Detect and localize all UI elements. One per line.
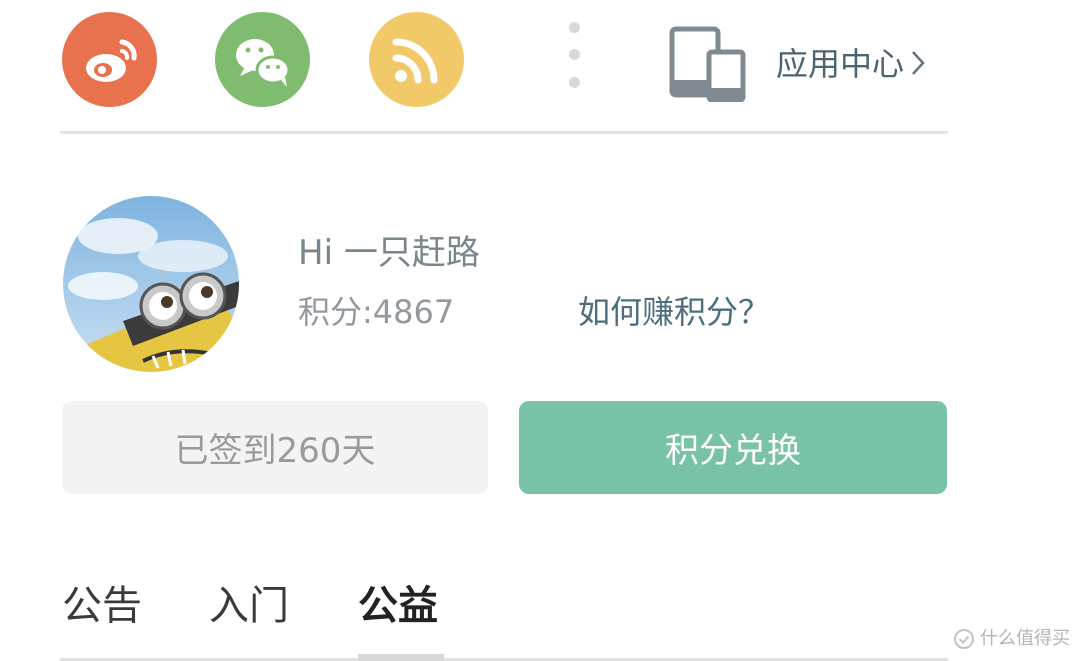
separator-dots (569, 22, 581, 92)
points-exchange-button[interactable]: 积分兑换 (519, 401, 947, 494)
user-greeting: Hi 一只赶路 (298, 233, 480, 273)
section-divider (60, 131, 948, 134)
watermark: 什么值得买 (954, 626, 1070, 652)
app-center-label: 应用中心 (776, 45, 905, 83)
chevron-right-icon (910, 44, 926, 88)
tab-announcements[interactable]: 公告 (62, 580, 142, 632)
signed-in-days-button[interactable]: 已签到260天 (62, 401, 488, 494)
user-avatar[interactable] (63, 196, 239, 372)
user-points: 积分:4867 (298, 293, 455, 331)
rss-subscribe-button[interactable] (369, 12, 464, 107)
watermark-text: 什么值得买 (980, 628, 1070, 649)
wechat-share-button[interactable] (215, 12, 310, 107)
tab-charity[interactable]: 公益 (358, 580, 438, 632)
how-to-earn-points-link[interactable]: 如何赚积分？ (578, 290, 770, 334)
tab-getting-started[interactable]: 入门 (209, 580, 289, 632)
rss-icon (392, 38, 438, 84)
app-center-link[interactable]: 应用中心 (776, 42, 926, 88)
minion-avatar (63, 196, 239, 372)
wechat-icon (236, 39, 291, 87)
mobile-devices-icon (668, 26, 748, 103)
weibo-share-button[interactable] (62, 12, 157, 107)
checkmark-logo-icon (954, 629, 974, 649)
active-tab-indicator (358, 654, 444, 661)
weibo-icon (86, 39, 137, 82)
